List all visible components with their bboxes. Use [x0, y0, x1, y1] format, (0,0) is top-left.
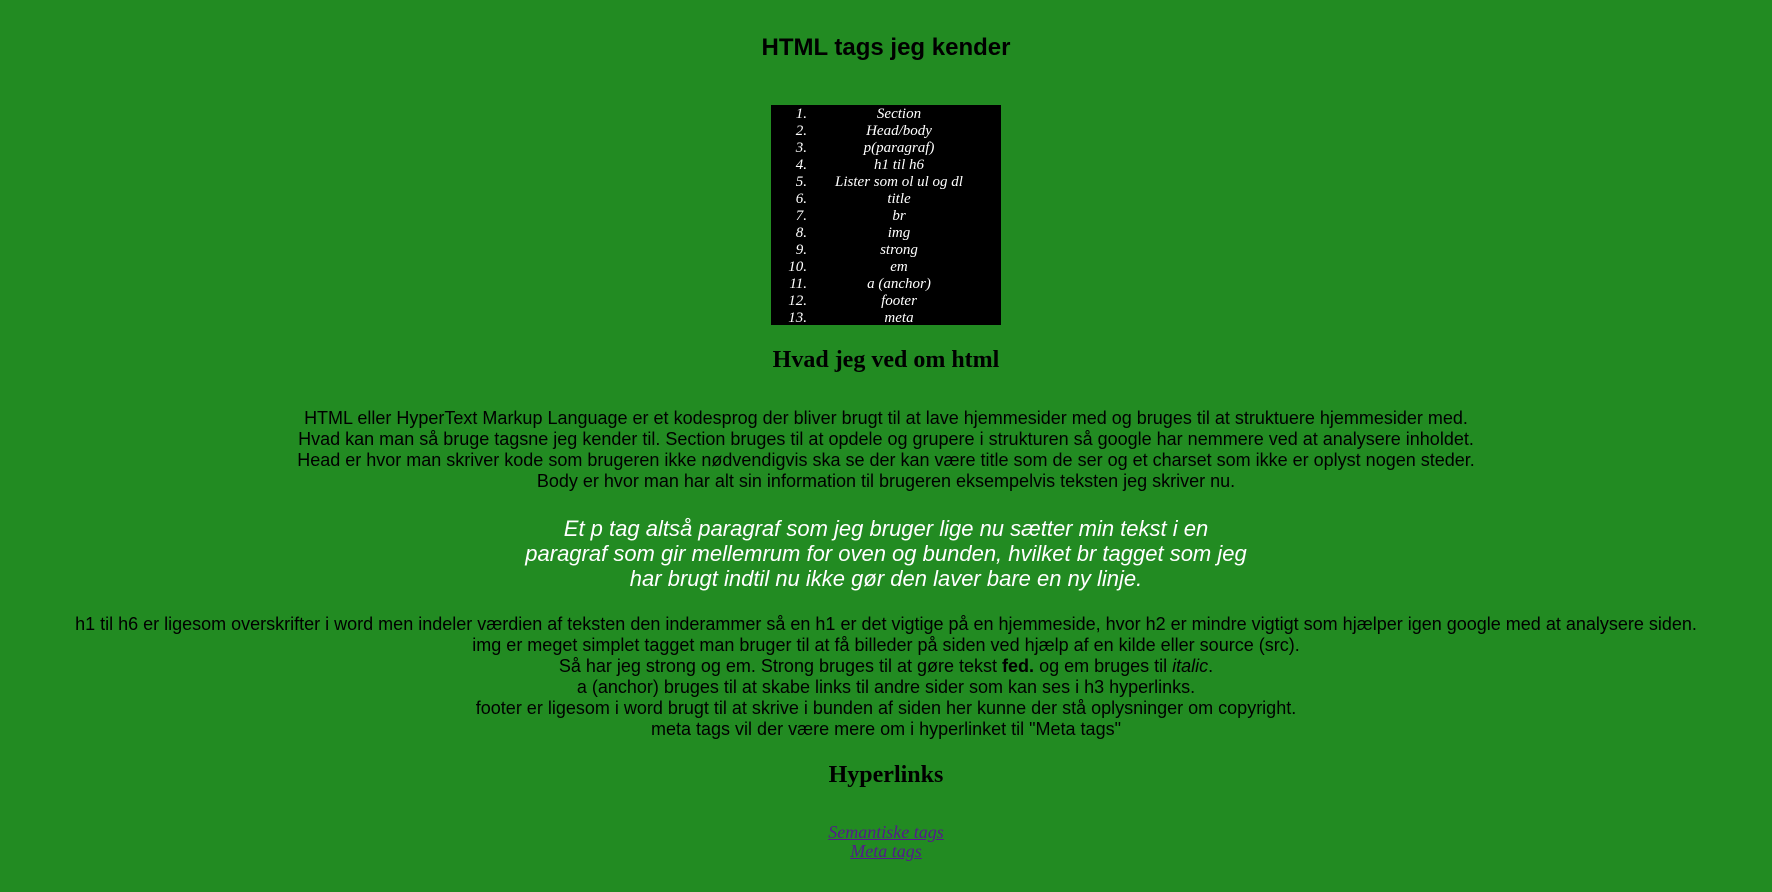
list-item: 13. meta: [771, 310, 1001, 327]
detail-line: footer er ligesom i word brugt til at sk…: [475, 698, 1297, 718]
intro-paragraph: HTML eller HyperText Markup Language er …: [0, 408, 1772, 492]
list-label: img: [887, 225, 911, 241]
tag-list-box: 1. Section 2. Head/body 3. p(paragraf) 4. h1…: [771, 105, 1001, 327]
list-number: 2.: [795, 123, 807, 139]
page: HTML tags jeg kender 1. Section 2. Head/bo…: [0, 0, 1772, 892]
hyperlinks-list: Semantiske tags Meta tags: [0, 823, 1772, 861]
list-label: p(paragraf): [863, 140, 935, 156]
strong-example: fed.: [1002, 656, 1035, 676]
list-item: 8. img: [771, 225, 1001, 242]
list-item: 7. br: [771, 208, 1001, 225]
about-heading: Hvad jeg ved om html: [772, 347, 1000, 373]
list-item: 9. strong: [771, 242, 1001, 259]
list-number: 3.: [795, 140, 807, 156]
list-item: 10. em: [771, 259, 1001, 276]
list-label: h1 til h6: [873, 157, 924, 173]
list-label: br: [892, 208, 906, 224]
list-label: em: [890, 259, 908, 275]
tag-list: 1. Section 2. Head/body 3. p(paragraf) 4. h1…: [771, 106, 1001, 327]
detail-text: .: [1208, 656, 1214, 676]
link-semantiske-tags[interactable]: Semantiske tags: [828, 822, 943, 842]
intro-line: Head er hvor man skriver kode som bruger…: [297, 450, 1475, 470]
detail-line: a (anchor) bruges til at skabe links til…: [576, 677, 1196, 697]
list-number: 12.: [788, 293, 807, 309]
list-item: 5. Lister som ol ul og dl: [771, 174, 1001, 191]
list-label: footer: [881, 293, 917, 309]
list-label: Section: [876, 106, 922, 122]
list-item: 2. Head/body: [771, 123, 1001, 140]
p-tag-line: Et p tag altså paragraf som jeg bruger l…: [563, 516, 1209, 541]
list-item: 3. p(paragraf): [771, 140, 1001, 157]
page-title: HTML tags jeg kender: [761, 34, 1011, 61]
list-item: 12. footer: [771, 293, 1001, 310]
list-number: 11.: [789, 276, 807, 292]
list-label: Lister som ol ul og dl: [835, 174, 963, 190]
hyperlinks-heading: Hyperlinks: [828, 762, 944, 788]
detail-text: Så har jeg strong og em. Strong bruges t…: [558, 656, 1003, 676]
intro-line: Hvad kan man så bruge tagsne jeg kender …: [298, 429, 1474, 449]
list-number: 13.: [788, 310, 807, 326]
list-number: 10.: [788, 259, 807, 275]
em-example: italic: [1172, 656, 1209, 676]
list-item: 1. Section: [771, 106, 1001, 123]
list-number: 7.: [795, 208, 807, 224]
detail-line-strong-em: Så har jeg strong og em. Strong bruges t…: [0, 656, 1772, 677]
p-tag-example: Et p tag altså paragraf som jeg bruger l…: [496, 516, 1276, 591]
detail-line: meta tags vil der være mere om i hyperli…: [651, 719, 1121, 739]
detail-text: og em bruges til: [1034, 656, 1173, 676]
list-label: strong: [880, 242, 918, 258]
detail-line: img er meget simplet tagget man bruger t…: [472, 635, 1300, 655]
list-number: 9.: [795, 242, 807, 258]
intro-line: HTML eller HyperText Markup Language er …: [304, 408, 1468, 428]
details-paragraph: h1 til h6 er ligesom overskrifter i word…: [0, 614, 1772, 740]
link-meta-tags[interactable]: Meta tags: [850, 841, 922, 861]
list-label: title: [887, 191, 911, 207]
list-item: 11. a (anchor): [771, 276, 1001, 293]
detail-line: h1 til h6 er ligesom overskrifter i word…: [75, 614, 1697, 634]
list-number: 4.: [795, 157, 807, 173]
p-tag-line: har brugt indtil nu ikke gør den laver b…: [629, 566, 1143, 591]
list-number: 8.: [795, 225, 807, 241]
list-label: meta: [884, 310, 914, 326]
list-label: Head/body: [866, 123, 932, 139]
list-number: 1.: [795, 106, 807, 122]
list-number: 5.: [795, 174, 807, 190]
list-item: 6. title: [771, 191, 1001, 208]
intro-line: Body er hvor man har alt sin information…: [536, 471, 1236, 491]
list-number: 6.: [795, 191, 807, 207]
list-label: a (anchor): [867, 276, 931, 292]
list-item: 4. h1 til h6: [771, 157, 1001, 174]
p-tag-line: paragraf som gir mellemrum for oven og b…: [525, 541, 1247, 566]
